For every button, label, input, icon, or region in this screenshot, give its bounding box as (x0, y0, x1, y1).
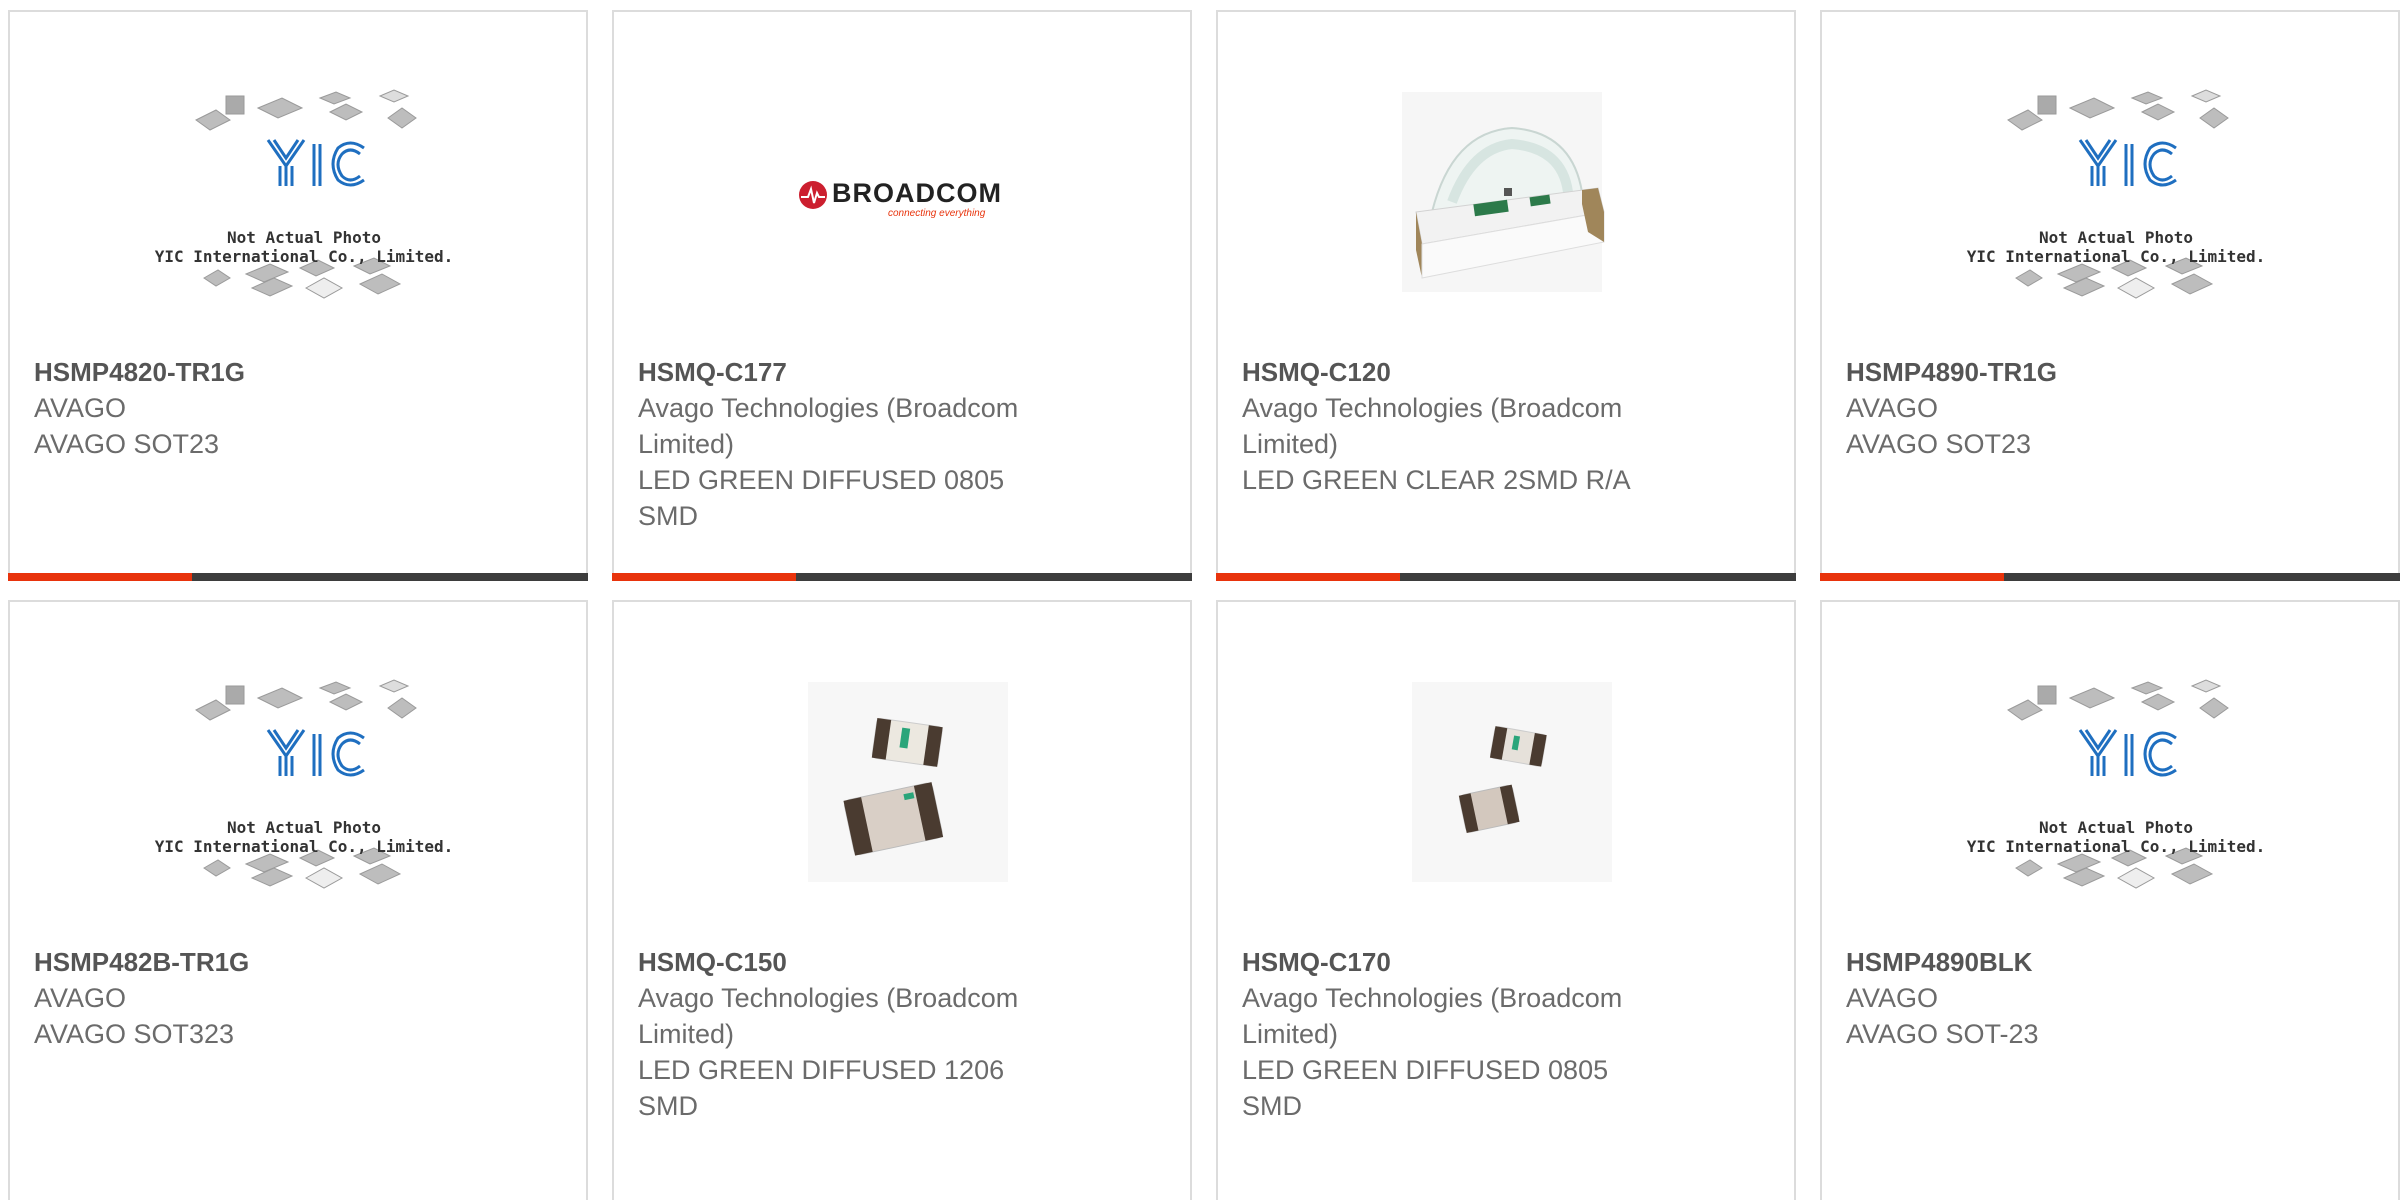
part-number-link[interactable]: HSMQ-C120 (1242, 354, 1702, 390)
product-card[interactable]: Not Actual Photo YIC International Co., … (1820, 600, 2400, 1200)
description: AVAGO SOT23 (1846, 429, 2032, 459)
product-info: HSMQ-C170 Avago Technologies (Broadcom L… (1242, 944, 1702, 1124)
product-image[interactable] (788, 682, 1028, 892)
product-card[interactable]: Not Actual Photo YIC International Co., … (1820, 10, 2400, 581)
description: LED GREEN DIFFUSED 1206 (638, 1055, 1005, 1085)
part-number-link[interactable]: HSMP4890BLK (1846, 944, 2306, 980)
product-image[interactable] (1392, 682, 1632, 892)
description-cont: SMD (638, 1091, 698, 1121)
card-footer-bar (8, 573, 588, 581)
chip-collage-icon (195, 89, 417, 299)
chip-collage-icon (2007, 679, 2229, 889)
placeholder-company: YIC International Co., Limited. (1966, 247, 2266, 266)
product-card[interactable]: HSMQ-C170 Avago Technologies (Broadcom L… (1216, 600, 1796, 1200)
description: LED GREEN DIFFUSED 0805 (1242, 1055, 1609, 1085)
description: LED GREEN DIFFUSED 0805 (638, 465, 1005, 495)
description-cont: SMD (638, 501, 698, 531)
part-number-link[interactable]: HSMQ-C150 (638, 944, 1098, 980)
placeholder-image[interactable]: Not Actual Photo YIC International Co., … (155, 89, 453, 302)
placeholder-image[interactable]: Not Actual Photo YIC International Co., … (155, 679, 453, 892)
placeholder-company: YIC International Co., Limited. (154, 247, 454, 266)
card-footer-bar (1820, 573, 2400, 581)
manufacturer-cont: Limited) (638, 429, 735, 459)
part-number-link[interactable]: HSMQ-C170 (1242, 944, 1702, 980)
product-info: HSMP482B-TR1G AVAGO AVAGO SOT323 (34, 944, 494, 1052)
part-number-link[interactable]: HSMP482B-TR1G (34, 944, 494, 980)
card-accent-bar (612, 573, 796, 581)
part-number-link[interactable]: HSMP4890-TR1G (1846, 354, 2306, 390)
product-card[interactable]: Not Actual Photo YIC International Co., … (8, 600, 588, 1200)
manufacturer: AVAGO (34, 393, 127, 423)
manufacturer-cont: Limited) (638, 1019, 735, 1049)
product-image[interactable]: BROADCOM connecting everything (788, 92, 1028, 302)
manufacturer: Avago Technologies (Broadcom (638, 983, 1019, 1013)
smd-led-icon (1412, 682, 1612, 882)
chip-collage-icon (195, 679, 417, 889)
description: AVAGO SOT23 (34, 429, 220, 459)
placeholder-image[interactable]: Not Actual Photo YIC International Co., … (1967, 679, 2265, 892)
card-accent-bar (1820, 573, 2004, 581)
placeholder-image[interactable]: Not Actual Photo YIC International Co., … (1967, 89, 2265, 302)
product-info: HSMP4890-TR1G AVAGO AVAGO SOT23 (1846, 354, 2306, 462)
manufacturer-cont: Limited) (1242, 429, 1339, 459)
broadcom-tagline: connecting everything (888, 208, 986, 219)
description-cont: SMD (1242, 1091, 1302, 1121)
part-number-link[interactable]: HSMQ-C177 (638, 354, 1098, 390)
broadcom-pulse-icon (799, 181, 827, 209)
placeholder-company: YIC International Co., Limited. (1966, 837, 2266, 856)
description: AVAGO SOT-23 (1846, 1019, 2039, 1049)
manufacturer: Avago Technologies (Broadcom (638, 393, 1019, 423)
card-accent-bar (1216, 573, 1400, 581)
placeholder-caption: Not Actual Photo (2038, 228, 2194, 247)
product-info: HSMQ-C177 Avago Technologies (Broadcom L… (638, 354, 1098, 534)
product-info: HSMQ-C150 Avago Technologies (Broadcom L… (638, 944, 1098, 1124)
product-grid: Not Actual Photo YIC International Co., … (8, 10, 2400, 1200)
product-card[interactable]: HSMQ-C150 Avago Technologies (Broadcom L… (612, 600, 1192, 1200)
led-right-angle-icon (1402, 92, 1605, 292)
product-card[interactable]: BROADCOM connecting everything HSMQ-C177… (612, 10, 1192, 581)
manufacturer: AVAGO (1846, 393, 1939, 423)
description: AVAGO SOT323 (34, 1019, 235, 1049)
placeholder-caption: Not Actual Photo (2038, 818, 2194, 837)
product-card[interactable]: Not Actual Photo YIC International Co., … (8, 10, 588, 581)
manufacturer-cont: Limited) (1242, 1019, 1339, 1049)
part-number-link[interactable]: HSMP4820-TR1G (34, 354, 494, 390)
placeholder-caption: Not Actual Photo (226, 818, 382, 837)
card-footer-bar (1216, 573, 1796, 581)
product-card[interactable]: HSMQ-C120 Avago Technologies (Broadcom L… (1216, 10, 1796, 581)
product-info: HSMP4890BLK AVAGO AVAGO SOT-23 (1846, 944, 2306, 1052)
chip-collage-icon (2007, 89, 2229, 299)
placeholder-caption: Not Actual Photo (226, 228, 382, 247)
manufacturer: AVAGO (34, 983, 127, 1013)
smd-led-icon (808, 682, 1008, 882)
card-footer-bar (612, 573, 1192, 581)
manufacturer: Avago Technologies (Broadcom (1242, 393, 1623, 423)
placeholder-company: YIC International Co., Limited. (154, 837, 454, 856)
manufacturer: Avago Technologies (Broadcom (1242, 983, 1623, 1013)
description: LED GREEN CLEAR 2SMD R/A (1242, 465, 1631, 495)
product-info: HSMP4820-TR1G AVAGO AVAGO SOT23 (34, 354, 494, 462)
product-image[interactable] (1392, 92, 1632, 302)
broadcom-logo: BROADCOM connecting everything (798, 178, 1018, 219)
card-accent-bar (8, 573, 192, 581)
manufacturer: AVAGO (1846, 983, 1939, 1013)
product-info: HSMQ-C120 Avago Technologies (Broadcom L… (1242, 354, 1702, 498)
broadcom-wordmark: BROADCOM (832, 178, 1002, 208)
